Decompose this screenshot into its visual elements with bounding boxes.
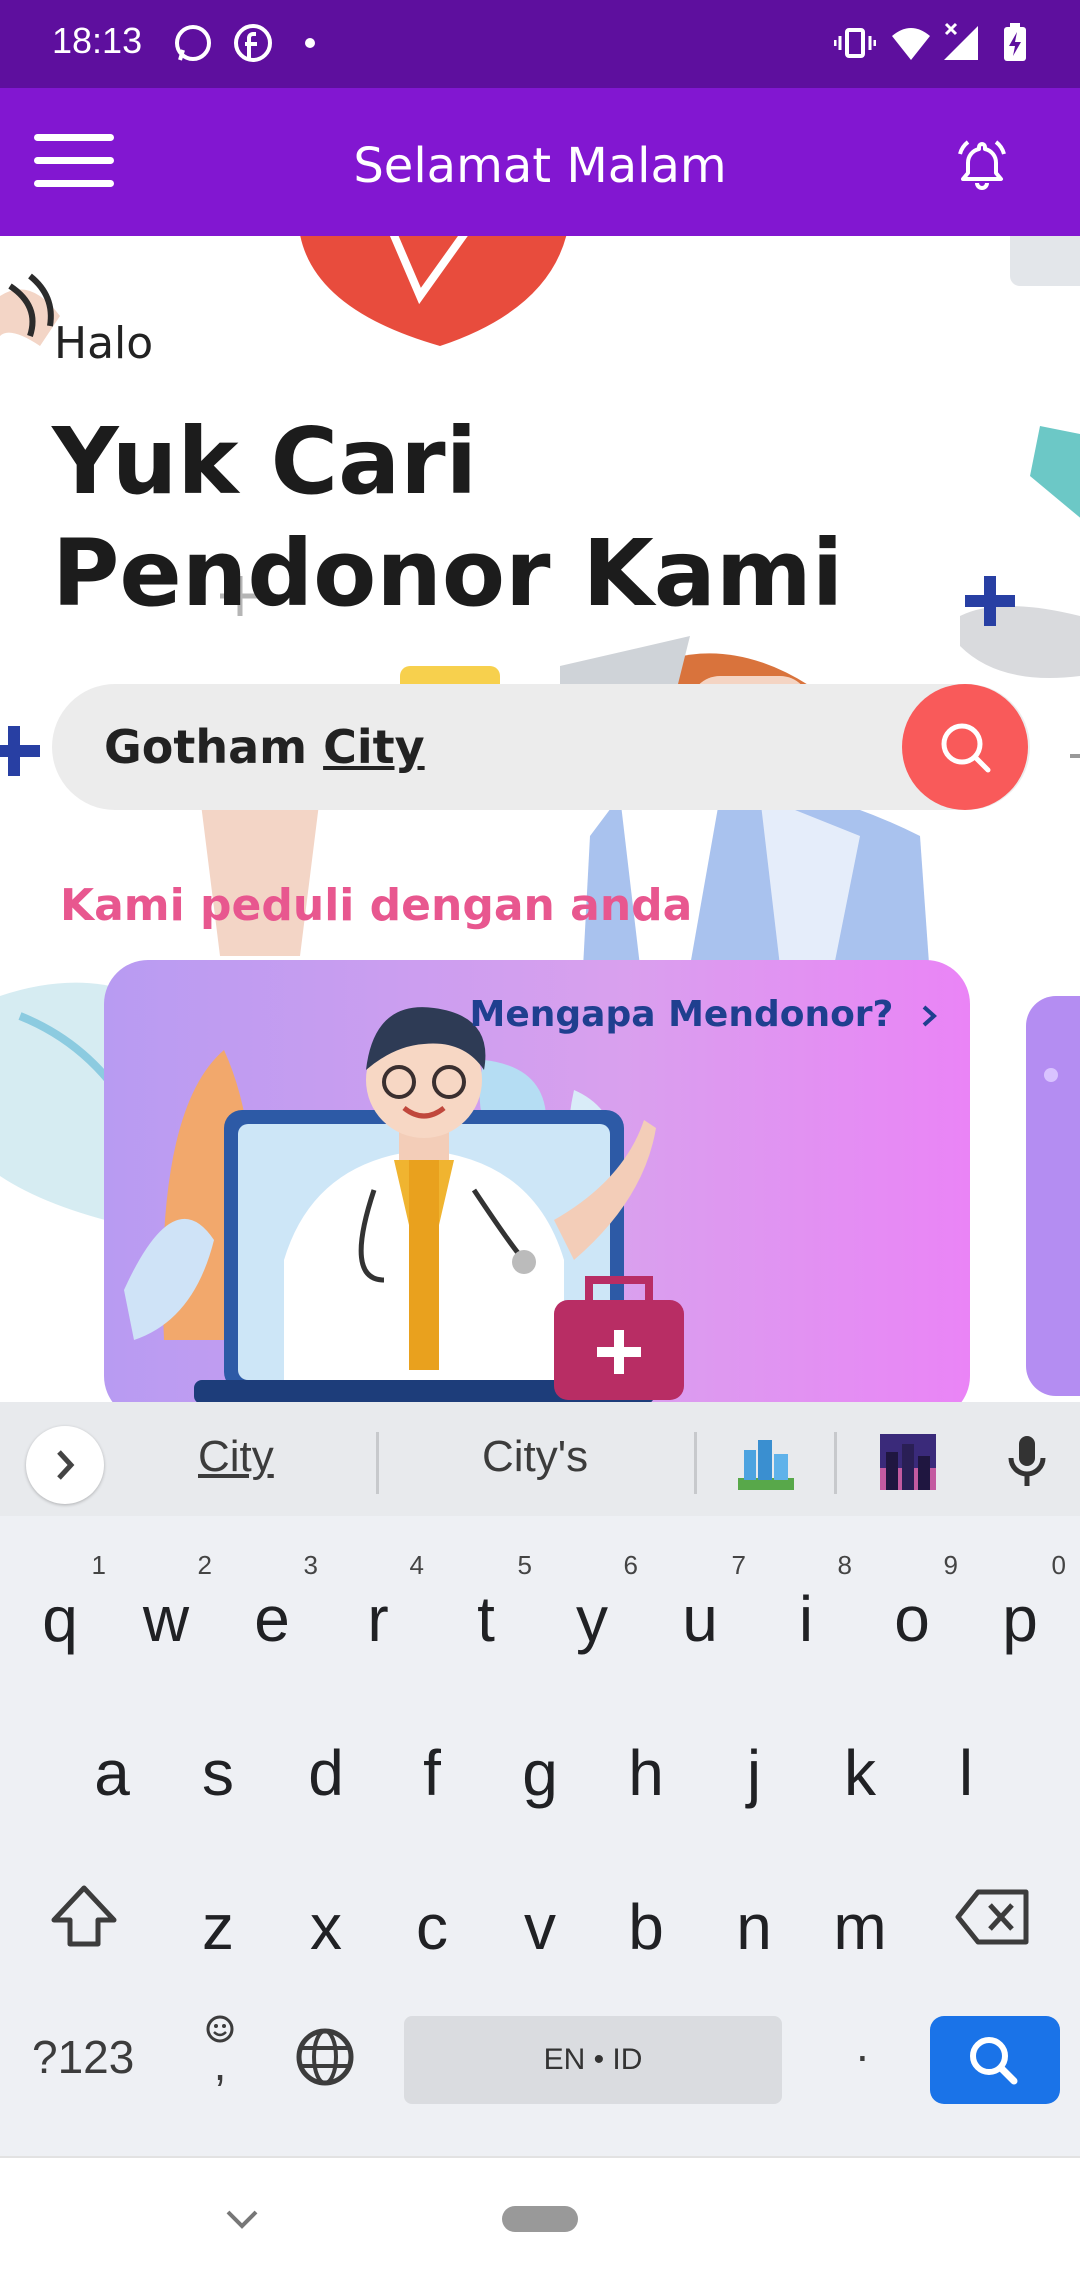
key-n[interactable]: n xyxy=(702,1856,806,1976)
key-y[interactable]: 6y xyxy=(540,1548,644,1668)
greeting-text: Halo xyxy=(54,318,154,369)
key-a[interactable]: a xyxy=(60,1702,164,1822)
vibrate-icon xyxy=(834,28,876,58)
wifi-icon xyxy=(892,28,930,60)
on-screen-keyboard: City City's 1q 2w 3e 4r 5t 6y 7u 8 i 9 o… xyxy=(0,1402,1080,2156)
location-search-field[interactable]: Gotham City xyxy=(52,684,1030,810)
key-t[interactable]: 5t xyxy=(434,1548,538,1668)
care-label: Kami peduli dengan anda xyxy=(60,880,693,931)
cityscape-emoji[interactable] xyxy=(738,1434,794,1490)
emoji-comma-key[interactable]: , xyxy=(200,2014,240,2090)
key-u[interactable]: 7u xyxy=(648,1548,752,1668)
next-card-peek[interactable] xyxy=(1026,996,1080,1396)
key-v[interactable]: v xyxy=(488,1856,592,1976)
key-q[interactable]: 1q xyxy=(8,1548,112,1668)
key-h[interactable]: h xyxy=(594,1702,698,1822)
key-l[interactable]: l xyxy=(914,1702,1018,1822)
suggestion-1[interactable]: City xyxy=(198,1432,274,1482)
dot-icon xyxy=(305,38,315,48)
app-bar: Selamat Malam xyxy=(0,88,1080,236)
suggestion-2[interactable]: City's xyxy=(482,1432,588,1482)
key-r[interactable]: 4r xyxy=(326,1548,430,1668)
why-donate-link[interactable]: Mengapa Mendonor? xyxy=(470,994,944,1035)
app-title: Selamat Malam xyxy=(353,138,727,194)
home-content: Halo Yuk Cari Pendonor Kami Gotham City … xyxy=(0,236,1080,1402)
hide-keyboard-chevron-icon[interactable] xyxy=(222,2204,262,2234)
page-headline: Yuk Cari Pendonor Kami xyxy=(52,408,844,627)
key-i[interactable]: 8i xyxy=(754,1548,858,1668)
space-bar[interactable]: EN • ID xyxy=(404,2016,782,2104)
comma-label: , xyxy=(213,2038,227,2090)
key-w[interactable]: 2w xyxy=(114,1548,218,1668)
separator xyxy=(834,1432,837,1494)
symbols-key[interactable]: ?123 xyxy=(32,2030,134,2084)
key-z[interactable]: z xyxy=(166,1856,270,1976)
globe-icon[interactable] xyxy=(292,2024,358,2090)
battery-charging-icon xyxy=(1004,23,1026,61)
bell-icon[interactable] xyxy=(954,136,1010,192)
period-key[interactable]: . xyxy=(856,2018,869,2072)
system-nav-bar xyxy=(0,2156,1080,2280)
key-f[interactable]: f xyxy=(380,1702,484,1822)
separator xyxy=(694,1432,697,1494)
search-enter-key[interactable] xyxy=(930,2016,1060,2104)
why-donate-card[interactable]: Mengapa Mendonor? xyxy=(104,960,970,1402)
shift-icon[interactable] xyxy=(44,1878,124,1958)
status-bar: 18:13 xyxy=(0,0,1080,88)
suggestion-strip: City City's xyxy=(0,1402,1080,1516)
key-e[interactable]: 3e xyxy=(220,1548,324,1668)
search-input[interactable]: Gotham City xyxy=(104,720,425,774)
facebook-icon xyxy=(234,24,272,62)
chevron-right-icon xyxy=(922,1005,937,1027)
key-k[interactable]: k xyxy=(808,1702,912,1822)
key-b[interactable]: b xyxy=(594,1856,698,1976)
key-d[interactable]: d xyxy=(274,1702,378,1822)
key-g[interactable]: g xyxy=(488,1702,592,1822)
whatsapp-icon xyxy=(175,25,211,61)
key-x[interactable]: x xyxy=(274,1856,378,1976)
microphone-icon[interactable] xyxy=(1002,1432,1052,1492)
key-p[interactable]: 0p xyxy=(968,1548,1072,1668)
chevron-right-icon xyxy=(57,1450,75,1480)
status-time: 18:13 xyxy=(52,20,143,61)
separator xyxy=(376,1432,379,1494)
search-icon xyxy=(970,2037,1018,2085)
why-donate-link-label: Mengapa Mendonor? xyxy=(469,994,894,1035)
backspace-icon[interactable] xyxy=(954,1882,1034,1952)
search-button[interactable] xyxy=(902,684,1028,810)
key-j[interactable]: j xyxy=(702,1702,806,1822)
key-o[interactable]: 9o xyxy=(860,1548,964,1668)
keyboard-expand-button[interactable] xyxy=(26,1426,104,1504)
search-icon xyxy=(941,723,991,773)
key-m[interactable]: m xyxy=(808,1856,912,1976)
home-gesture-pill[interactable] xyxy=(502,2206,578,2232)
night-city-emoji[interactable] xyxy=(880,1434,936,1490)
key-c[interactable]: c xyxy=(380,1856,484,1976)
key-s[interactable]: s xyxy=(166,1702,270,1822)
signal-icon xyxy=(944,22,978,60)
